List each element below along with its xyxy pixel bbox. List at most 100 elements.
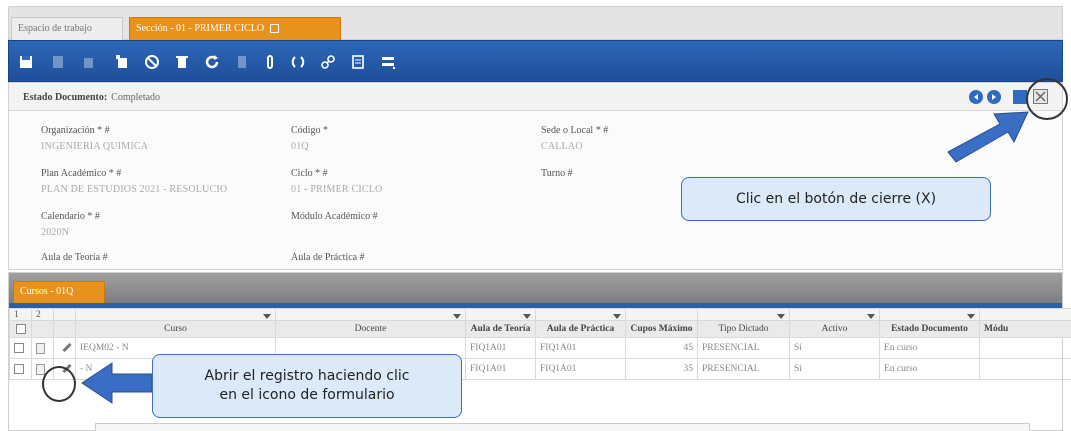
col-header-estado[interactable]: Estado Documento — [879, 320, 980, 338]
col-header-modulo[interactable]: Módu — [979, 320, 1071, 338]
cell-aula-teoria[interactable]: FIQ1A01 — [465, 337, 536, 359]
field-sede-value[interactable]: CALLAO — [541, 141, 608, 152]
attachment-icon[interactable] — [257, 49, 283, 75]
field-codigo[interactable]: Código * 01Q — [291, 125, 328, 152]
row-form-cell[interactable] — [31, 337, 54, 359]
cell-activo[interactable]: Sí — [789, 337, 880, 359]
cell-cupos[interactable]: 45 — [625, 337, 698, 359]
link-icon[interactable] — [315, 49, 341, 75]
next-record-icon[interactable] — [987, 90, 1001, 104]
field-ciclo[interactable]: Ciclo * # 01 - PRIMER CICLO — [291, 168, 382, 195]
field-ciclo-label: Ciclo * # — [291, 168, 328, 179]
tab-section[interactable]: Sección - 01 - PRIMER CICLO — [129, 17, 341, 41]
row-checkbox[interactable] — [14, 363, 24, 374]
pencil-icon[interactable] — [62, 343, 72, 353]
filter-tipo[interactable] — [697, 308, 790, 321]
new-record-icon[interactable] — [109, 49, 135, 75]
save-icon[interactable] — [13, 49, 39, 75]
cell-modulo[interactable] — [979, 358, 1071, 380]
open-hint-callout: Abrir el registro haciendo clic en el ic… — [152, 354, 462, 418]
delete-icon[interactable] — [169, 49, 195, 75]
history-icon[interactable] — [285, 49, 311, 75]
filter-curso[interactable] — [75, 308, 276, 321]
new-icon[interactable] — [45, 49, 71, 75]
filter-aula-teoria[interactable] — [465, 308, 536, 321]
arrow-to-close-icon — [947, 111, 1029, 163]
field-calendario-value[interactable]: 2020N — [41, 227, 100, 238]
report-icon[interactable] — [345, 49, 371, 75]
chevron-down-icon[interactable] — [867, 313, 875, 319]
arrow-to-form-icon — [81, 362, 153, 404]
cell-estado[interactable]: En curso — [879, 337, 980, 359]
cancel-icon[interactable] — [139, 49, 165, 75]
field-ciclo-value[interactable]: 01 - PRIMER CICLO — [291, 184, 382, 195]
tab-section-label: Sección - 01 - PRIMER CICLO — [136, 23, 265, 34]
previous-record-icon[interactable] — [969, 90, 983, 104]
cell-aula-practica[interactable]: FIQ1A01 — [535, 358, 626, 380]
cell-cupos[interactable]: 35 — [625, 358, 698, 380]
filter-docente[interactable] — [275, 308, 466, 321]
chevron-down-icon[interactable] — [453, 313, 461, 319]
chevron-down-icon[interactable] — [777, 313, 785, 319]
tab-cursos[interactable]: Cursos - 01Q — [13, 281, 105, 303]
field-organizacion[interactable]: Organización * # INGENIERIA QUIMICA — [41, 125, 148, 152]
select-all-cell[interactable] — [9, 320, 32, 338]
form-icon[interactable] — [36, 342, 45, 354]
select-all-checkbox[interactable] — [15, 323, 26, 334]
tab-close-icon[interactable] — [270, 24, 280, 34]
document-status-value: Completado — [111, 92, 161, 103]
col-header-activo[interactable]: Activo — [789, 320, 880, 338]
field-plan[interactable]: Plan Académico * # PLAN DE ESTUDIOS 2021… — [41, 168, 227, 195]
cell-aula-teoria[interactable]: FIQ1A01 — [465, 358, 536, 380]
chevron-down-icon[interactable] — [967, 313, 975, 319]
chevron-down-icon[interactable] — [613, 313, 621, 319]
chevron-down-icon[interactable] — [263, 313, 271, 319]
field-aula-practica[interactable]: Aula de Práctica # — [291, 252, 365, 263]
row-edit-cell[interactable] — [53, 337, 76, 359]
field-aula-teoria[interactable]: Aula de Teoría # — [41, 252, 108, 263]
tab-workspace[interactable]: Espacio de trabajo — [11, 17, 123, 41]
menu-icon[interactable] — [375, 49, 401, 75]
cell-activo[interactable]: Sí — [789, 358, 880, 380]
field-modulo-label: Módulo Académico # — [291, 211, 378, 222]
copy-icon[interactable] — [77, 49, 103, 75]
find-icon[interactable] — [229, 49, 255, 75]
filter-estado[interactable] — [879, 308, 980, 321]
document-status-label: Estado Documento: — [23, 92, 108, 103]
col-header-docente[interactable]: Docente — [275, 320, 466, 338]
col-header-tipo[interactable]: Tipo Dictado — [697, 320, 790, 338]
col-header-aula-practica[interactable]: Aula de Práctica — [535, 320, 626, 338]
field-turno[interactable]: Turno # — [541, 168, 573, 179]
filter-cell-1: 1 — [9, 308, 32, 321]
form-icon[interactable] — [36, 363, 45, 375]
cell-tipo[interactable]: PRESENCIAL — [697, 358, 790, 380]
field-codigo-value[interactable]: 01Q — [291, 141, 328, 152]
filter-cupos[interactable] — [625, 308, 698, 321]
window-tab-bar: Espacio de trabajo Sección - 01 - PRIMER… — [8, 6, 1063, 41]
chevron-down-icon[interactable] — [523, 313, 531, 319]
header-blank-1 — [31, 320, 54, 338]
detail-view-icon[interactable] — [1013, 90, 1027, 104]
cell-aula-practica[interactable]: FIQ1A01 — [535, 337, 626, 359]
field-modulo[interactable]: Módulo Académico # — [291, 211, 378, 222]
tab-cursos-label: Cursos - 01Q — [20, 286, 74, 297]
filter-aula-practica[interactable] — [535, 308, 626, 321]
horizontal-scrollbar[interactable] — [95, 423, 1030, 431]
cell-estado[interactable]: En curso — [879, 358, 980, 380]
filter-activo[interactable] — [789, 308, 880, 321]
refresh-icon[interactable] — [199, 49, 225, 75]
row-checkbox[interactable] — [14, 342, 24, 353]
row-select-cell[interactable] — [9, 358, 32, 380]
field-calendario[interactable]: Calendario * # 2020N — [41, 211, 100, 238]
field-organizacion-value[interactable]: INGENIERIA QUIMICA — [41, 141, 148, 152]
cell-modulo[interactable] — [979, 337, 1071, 359]
row-select-cell[interactable] — [9, 337, 32, 359]
col-header-curso[interactable]: Curso — [75, 320, 276, 338]
field-plan-value[interactable]: PLAN DE ESTUDIOS 2021 - RESOLUCIO — [41, 184, 227, 195]
field-sede[interactable]: Sede o Local * # CALLAO — [541, 125, 608, 152]
col-header-cupos[interactable]: Cupos Máximo — [625, 320, 698, 338]
cell-tipo[interactable]: PRESENCIAL — [697, 337, 790, 359]
filter-cell-2: 2 — [31, 308, 54, 321]
filter-modulo[interactable] — [979, 308, 1071, 321]
col-header-aula-teoria[interactable]: Aula de Teoría — [465, 320, 536, 338]
